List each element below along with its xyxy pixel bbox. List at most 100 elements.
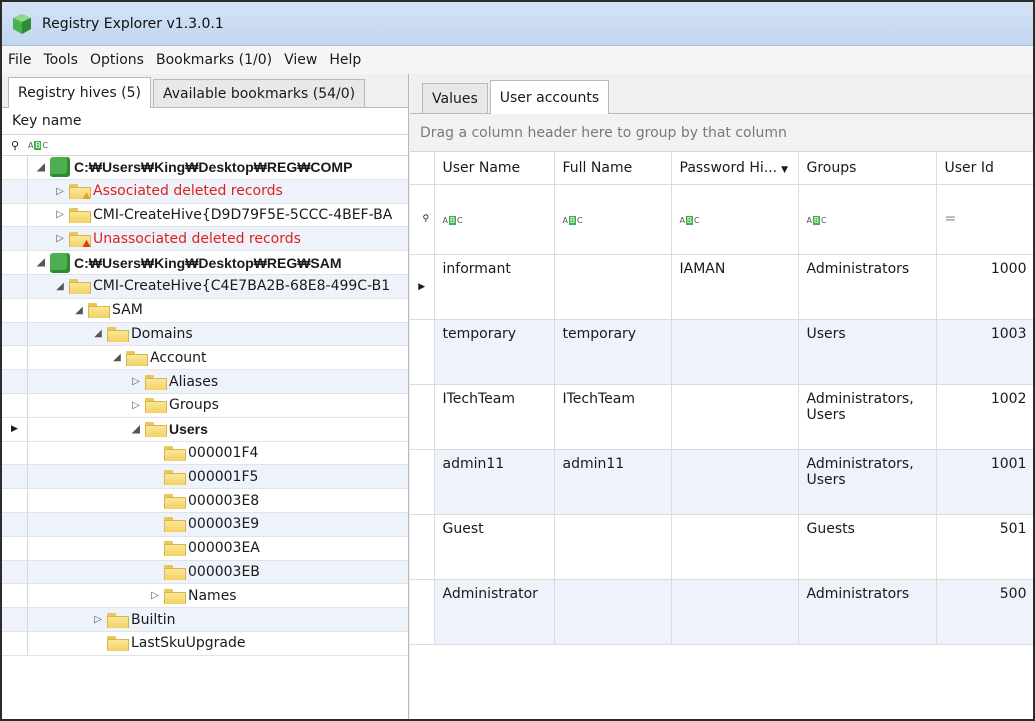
tree-node[interactable]: ▷ Aliases [2, 370, 408, 394]
cell-user-id[interactable]: 1000 [936, 254, 1033, 320]
column-header-user-name[interactable]: User Name [434, 152, 555, 185]
tree-node[interactable]: 000001F5 [2, 465, 408, 490]
collapse-arrow-icon[interactable]: ◢ [53, 281, 67, 292]
cell-full-name[interactable] [554, 579, 672, 645]
menu-tools[interactable]: Tools [43, 52, 78, 68]
tree-node[interactable]: ◢ Domains [2, 322, 408, 347]
tree-node[interactable]: 000003EA [2, 536, 408, 561]
row-indicator [2, 441, 28, 465]
tree-node-label: Names [188, 587, 237, 604]
user-row[interactable]: ITechTeam ITechTeam Administrators, Users 1… [410, 384, 1033, 450]
tree-node[interactable]: 000003EB [2, 560, 408, 585]
user-row[interactable]: Administrator Administrators 500 [410, 579, 1033, 645]
cell-user-name[interactable]: Administrator [434, 579, 555, 645]
tab-registry-hives[interactable]: Registry hives (5) [8, 77, 151, 108]
cell-password-hint[interactable] [671, 384, 799, 450]
menu-options[interactable]: Options [90, 52, 144, 68]
column-header-password-hint[interactable]: Password Hi... ▼ [671, 152, 799, 185]
tree-node[interactable]: LastSkuUpgrade [2, 631, 408, 656]
cell-password-hint[interactable] [671, 514, 799, 580]
cell-full-name[interactable]: ITechTeam [554, 384, 672, 450]
cell-user-name[interactable]: Guest [434, 514, 555, 580]
expand-arrow-icon[interactable]: ▷ [53, 233, 67, 244]
user-name-filter[interactable]: ABC [434, 184, 555, 255]
expand-arrow-icon[interactable]: ▷ [129, 400, 143, 411]
tab-available-bookmarks[interactable]: Available bookmarks (54/0) [153, 79, 366, 107]
collapse-arrow-icon[interactable]: ◢ [110, 352, 124, 363]
expand-arrow-icon[interactable]: ▷ [53, 186, 67, 197]
menu-help[interactable]: Help [329, 52, 361, 68]
cell-user-id[interactable]: 501 [936, 514, 1033, 580]
tree-node[interactable]: ▶ ◢ Users [2, 417, 408, 442]
collapse-arrow-icon[interactable]: ◢ [72, 305, 86, 316]
folder-icon [164, 517, 186, 533]
tree-node[interactable]: ◢ Account [2, 346, 408, 371]
cell-full-name[interactable] [554, 514, 672, 580]
cell-password-hint[interactable] [671, 449, 799, 515]
tree-node[interactable]: ▷ Unassociated deleted records [2, 227, 408, 252]
tree-node[interactable]: ◢ SAM [2, 298, 408, 323]
tree-node[interactable]: 000001F4 [2, 441, 408, 466]
collapse-arrow-icon[interactable]: ◢ [129, 424, 143, 435]
folder-icon [145, 398, 167, 414]
tree-node[interactable]: ◢ CMI-CreateHive{C4E7BA2B-68E8-499C-B1 [2, 274, 408, 299]
user-id-filter[interactable]: = [936, 184, 1033, 255]
cell-full-name[interactable]: admin11 [554, 449, 672, 515]
cell-password-hint[interactable] [671, 579, 799, 645]
column-header-full-name[interactable]: Full Name [554, 152, 672, 185]
group-by-panel[interactable]: Drag a column header here to group by th… [410, 114, 1033, 152]
cell-user-name[interactable]: informant [434, 254, 555, 320]
menu-view[interactable]: View [284, 52, 317, 68]
tree-node[interactable]: ▷ Associated deleted records [2, 179, 408, 204]
collapse-arrow-icon[interactable]: ◢ [34, 162, 48, 173]
cell-user-id[interactable]: 1003 [936, 319, 1033, 385]
column-header-user-id[interactable]: User Id [936, 152, 1033, 185]
tree-node-content: 000003EB [28, 564, 260, 580]
tree-node[interactable]: ▷ CMI-CreateHive{D9D79F5E-5CCC-4BEF-BA [2, 203, 408, 228]
user-row[interactable]: admin11 admin11 Administrators, Users 1001 [410, 449, 1033, 515]
tree-node[interactable]: ▷ Groups [2, 393, 408, 418]
collapse-arrow-icon[interactable]: ◢ [91, 328, 105, 339]
text-filter-icon[interactable]: ABC [28, 140, 48, 150]
cell-groups[interactable]: Administrators, Users [798, 449, 937, 515]
tree-node[interactable]: 000003E9 [2, 512, 408, 537]
cell-password-hint[interactable] [671, 319, 799, 385]
cell-user-name[interactable]: admin11 [434, 449, 555, 515]
full-name-filter[interactable]: ABC [554, 184, 672, 255]
cell-user-name[interactable]: ITechTeam [434, 384, 555, 450]
tree-filter-row[interactable]: ⚲ ABC [2, 135, 408, 156]
cell-groups[interactable]: Administrators [798, 254, 937, 320]
cell-full-name[interactable]: temporary [554, 319, 672, 385]
groups-filter[interactable]: ABC [798, 184, 937, 255]
tree-node[interactable]: ▷ Builtin [2, 608, 408, 632]
expand-arrow-icon[interactable]: ▷ [53, 209, 67, 220]
user-row[interactable]: ▶ informant IAMAN Administrators 1000 [410, 254, 1033, 320]
column-header-groups[interactable]: Groups [798, 152, 937, 185]
cell-user-name[interactable]: temporary [434, 319, 555, 385]
cell-groups[interactable]: Guests [798, 514, 937, 580]
cell-user-id[interactable]: 500 [936, 579, 1033, 645]
menu-file[interactable]: File [8, 52, 31, 68]
expand-arrow-icon[interactable]: ▷ [129, 376, 143, 387]
cell-groups[interactable]: Administrators, Users [798, 384, 937, 450]
cell-user-id[interactable]: 1001 [936, 449, 1033, 515]
key-name-column-header[interactable]: Key name [2, 113, 82, 129]
tab-values[interactable]: Values [422, 83, 488, 113]
tree-node[interactable]: ◢ C:₩Users₩King₩Desktop₩REG₩SAM [2, 251, 408, 275]
tab-user-accounts[interactable]: User accounts [489, 80, 610, 114]
tree-node[interactable]: ▷ Names [2, 584, 408, 609]
tree-node[interactable]: 000003E8 [2, 489, 408, 513]
collapse-arrow-icon[interactable]: ◢ [34, 257, 48, 268]
cell-user-id[interactable]: 1002 [936, 384, 1033, 450]
cell-groups[interactable]: Users [798, 319, 937, 385]
expand-arrow-icon[interactable]: ▷ [148, 590, 162, 601]
user-row[interactable]: Guest Guests 501 [410, 514, 1033, 580]
menu-bookmarks[interactable]: Bookmarks (1/0) [156, 52, 272, 68]
tree-node[interactable]: ◢ C:₩Users₩King₩Desktop₩REG₩COMP [2, 156, 408, 180]
cell-password-hint[interactable]: IAMAN [671, 254, 799, 320]
password-hint-filter[interactable]: ABC [671, 184, 799, 255]
cell-full-name[interactable] [554, 254, 672, 320]
cell-groups[interactable]: Administrators [798, 579, 937, 645]
expand-arrow-icon[interactable]: ▷ [91, 614, 105, 625]
user-row[interactable]: temporary temporary Users 1003 [410, 319, 1033, 385]
